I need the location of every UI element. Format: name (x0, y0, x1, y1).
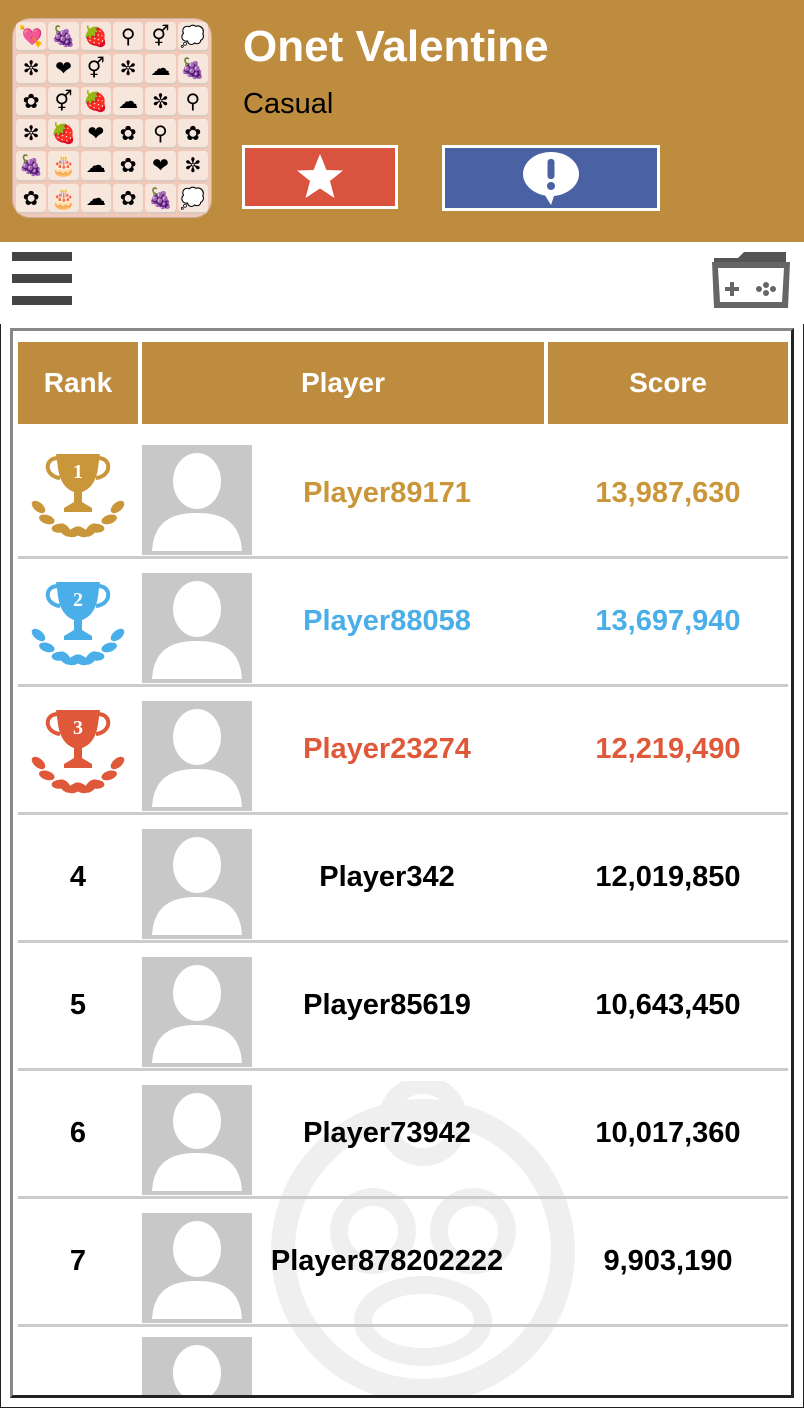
score-header: Score (548, 342, 788, 424)
puzzle-tile: ✿ (113, 151, 144, 182)
puzzle-tile: ✿ (113, 119, 144, 150)
puzzle-tile: ⚥ (145, 22, 176, 53)
puzzle-tile: ☁ (80, 183, 111, 214)
favorite-button[interactable] (242, 145, 398, 209)
rank-number: 5 (69, 989, 87, 1021)
game-title: Onet Valentine (243, 22, 549, 71)
puzzle-tile: ✼ (113, 54, 144, 85)
rank-number: 6 (69, 1117, 87, 1149)
puzzle-tile: 🍇 (16, 151, 47, 182)
puzzle-tile: ✿ (113, 183, 144, 214)
puzzle-tile: ✼ (145, 86, 176, 117)
puzzle-tile: ✿ (16, 86, 47, 117)
table-row-partial (18, 1331, 788, 1395)
avatar (142, 957, 252, 1067)
player-score: 13,987,630 (595, 477, 741, 509)
puzzle-tile: ⚲ (177, 86, 208, 117)
puzzle-tile: 🍇 (145, 183, 176, 214)
player-name: Player23274 (303, 733, 471, 765)
table-row[interactable]: 1 Player89171 13,987,630 (18, 431, 788, 559)
svg-text:2: 2 (73, 589, 83, 611)
puzzle-tile: ❤ (80, 119, 111, 150)
player-name: Player89171 (303, 477, 471, 509)
puzzle-tile: 💭 (177, 22, 208, 53)
trophy-icon: 2 (18, 559, 138, 684)
trophy-icon: 3 (18, 687, 138, 812)
avatar (142, 445, 252, 555)
puzzle-tile: ✿ (16, 183, 47, 214)
star-icon (297, 154, 343, 198)
puzzle-tile: 🍓 (80, 22, 111, 53)
table-row[interactable]: 6 Player73942 10,017,360 (18, 1071, 788, 1199)
table-row[interactable]: 5 Player85619 10,643,450 (18, 943, 788, 1071)
hamburger-menu-icon[interactable] (12, 252, 72, 306)
puzzle-tile: ⚲ (145, 119, 176, 150)
exclamation-bubble-icon (523, 152, 579, 205)
table-row[interactable]: 2 Player88058 13,697,940 (18, 559, 788, 687)
game-thumbnail[interactable]: 💘 🍇 🍓 ⚲ ⚥ 💭 ✼ ❤ ⚥ ✼ ☁ 🍇 ✿ ⚥ 🍓 ☁ ✼ ⚲ ✼ 🍓 ❤ ✿ ⚲ ✿ 🍇 🎂 ☁ ✿ ❤ ✼ ✿ 🎂 ☁ ✿ 🍇 💭 (12, 18, 212, 218)
puzzle-tile: ⚥ (80, 54, 111, 85)
table-header: Rank Player Score (18, 342, 788, 424)
trophy-icon: 1 (18, 431, 138, 556)
player-name: Player88058 (303, 605, 471, 637)
player-score: 10,017,360 (595, 1117, 741, 1149)
puzzle-tile: 💘 (16, 22, 47, 53)
puzzle-tile: 🍇 (177, 54, 208, 85)
avatar (142, 573, 252, 683)
player-score: 12,219,490 (595, 733, 741, 765)
avatar (142, 1213, 252, 1323)
player-name: Player85619 (303, 989, 471, 1021)
game-header: 💘 🍇 🍓 ⚲ ⚥ 💭 ✼ ❤ ⚥ ✼ ☁ 🍇 ✿ ⚥ 🍓 ☁ ✼ ⚲ ✼ 🍓 ❤ ✿ ⚲ ✿ 🍇 🎂 ☁ ✿ ❤ ✼ ✿ 🎂 ☁ ✿ 🍇 💭 One… (0, 0, 804, 242)
puzzle-tile: ☁ (145, 54, 176, 85)
player-name: Player878202222 (270, 1245, 504, 1277)
player-score: 12,019,850 (595, 861, 741, 893)
puzzle-tile: 🎂 (48, 151, 79, 182)
puzzle-tile: ⚥ (48, 86, 79, 117)
player-score: 10,643,450 (595, 989, 741, 1021)
puzzle-tile: 🍇 (48, 22, 79, 53)
avatar (142, 1085, 252, 1195)
puzzle-tile: ❤ (145, 151, 176, 182)
game-folder-icon[interactable] (710, 248, 792, 312)
puzzle-tile: ☁ (80, 151, 111, 182)
puzzle-tile: 💭 (177, 183, 208, 214)
svg-text:3: 3 (73, 717, 83, 739)
puzzle-tile: ⚲ (113, 22, 144, 53)
game-category[interactable]: Casual (243, 88, 333, 121)
player-score: 9,903,190 (603, 1245, 733, 1277)
puzzle-tile: 🍓 (80, 86, 111, 117)
puzzle-tile: ☁ (113, 86, 144, 117)
avatar (142, 701, 252, 811)
player-name: Player342 (319, 861, 455, 893)
rank-number: 4 (69, 861, 87, 893)
puzzle-tile: ✿ (177, 119, 208, 150)
rank-header: Rank (18, 342, 138, 424)
player-score: 13,697,940 (595, 605, 741, 637)
table-row[interactable]: 3 Player23274 12,219,490 (18, 687, 788, 815)
puzzle-tile: ❤ (48, 54, 79, 85)
puzzle-tile: ✼ (16, 54, 47, 85)
table-row[interactable]: 7 Player878202222 9,903,190 (18, 1199, 788, 1327)
table-row[interactable]: 4 Player342 12,019,850 (18, 815, 788, 943)
puzzle-tile: ✼ (177, 151, 208, 182)
player-header: Player (142, 342, 544, 424)
puzzle-tile: 🍓 (48, 119, 79, 150)
puzzle-tile: ✼ (16, 119, 47, 150)
row-divider (18, 1324, 788, 1327)
avatar (142, 829, 252, 939)
report-button[interactable] (442, 145, 660, 211)
rank-number: 7 (69, 1245, 87, 1277)
leaderboard-table: Rank Player Score 1 Player89171 13,987,630… (10, 328, 794, 1398)
svg-text:1: 1 (73, 461, 83, 483)
avatar (142, 1337, 252, 1395)
tile-grid: 💘 🍇 🍓 ⚲ ⚥ 💭 ✼ ❤ ⚥ ✼ ☁ 🍇 ✿ ⚥ 🍓 ☁ ✼ ⚲ ✼ 🍓 ❤ ✿ ⚲ ✿ 🍇 🎂 ☁ ✿ ❤ ✼ ✿ 🎂 ☁ ✿ 🍇 💭 (16, 22, 208, 214)
puzzle-tile: 🎂 (48, 183, 79, 214)
player-name: Player73942 (303, 1117, 471, 1149)
toolbar (0, 242, 804, 324)
